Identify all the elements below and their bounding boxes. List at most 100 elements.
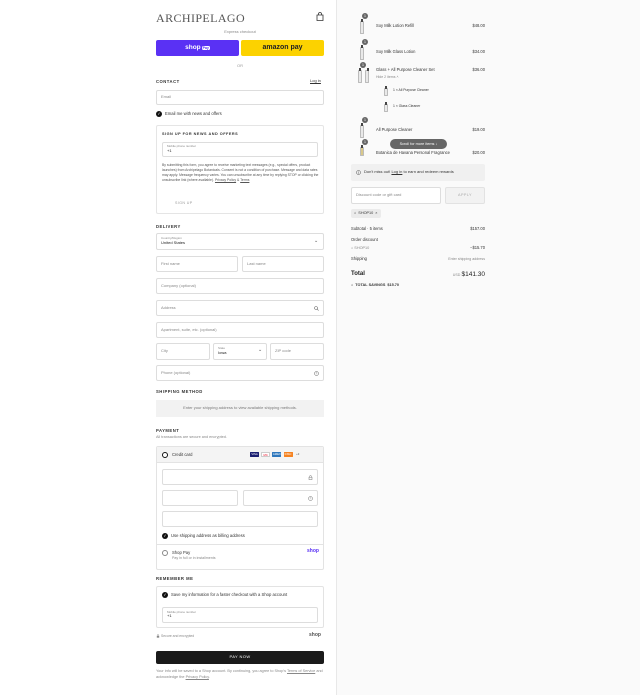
billing-same-checkbox-row[interactable]: ✓ Use shipping address as billing addres… [162,533,245,539]
store-logo[interactable]: ARCHIPELAGO [156,11,245,25]
rewards-login-link[interactable]: Log in [391,169,402,174]
remember-phone-field[interactable]: Mobile phone number +1 [162,607,318,623]
phone-field[interactable]: Phone (optional) ? [156,365,324,381]
expiry-field[interactable] [162,490,238,506]
shop-pay-radio[interactable] [162,550,168,556]
login-link[interactable]: Log in [310,78,321,84]
delivery-heading: DELIVERY [156,224,181,229]
city-placeholder: City [161,348,168,354]
email-news-label: Email me with news and offers [165,111,222,117]
shop-pay-button[interactable]: shop Pay [156,40,239,56]
terms-link[interactable]: Terms [240,178,249,182]
quantity-badge: 1 [360,62,366,68]
signup-box: SIGN UP FOR NEWS AND OFFERS Mobile phone… [156,125,324,214]
search-icon [314,305,319,311]
order-discount-label: Order discount [351,237,378,242]
shop-pay-label: Shop Pay [172,550,191,555]
applied-discount-tag: ⌂ SHOP10 × [351,209,381,218]
cart-item-image: 1 [357,139,368,156]
total-label: Total [351,271,365,277]
tag-icon: ⌂ [354,211,357,216]
discover-icon: DISC [283,452,293,458]
privacy-policy-link[interactable]: Privacy Policy [186,675,209,679]
cart-item-image: 1 [357,13,368,34]
apartment-field[interactable]: Apartment, suite, etc. (optional) [156,322,324,338]
tag-icon: ⌂ [351,246,354,250]
checkmark-icon[interactable]: ✓ [162,533,168,539]
shipping-methods-placeholder: Enter your shipping address to view avai… [156,400,324,417]
shop-pay-option[interactable]: Shop Pay Pay in full or in installments … [157,544,323,570]
applied-code-label: SHOP10 [358,211,374,216]
signup-button[interactable]: SIGN UP [175,201,193,205]
pay-now-button[interactable]: PAY NOW [156,651,324,664]
cart-item-price: $36.00 [472,67,485,72]
cart-item-price: $20.00 [472,150,485,155]
save-info-checkbox-row[interactable]: ✓ Save my information for a faster check… [162,592,287,598]
first-name-field[interactable]: First name [156,256,238,272]
shop-pay-badge: Pay [201,45,210,51]
amex-icon: AMEX [272,452,282,458]
chevron-up-icon: ˄ [396,75,399,79]
name-on-card-field[interactable] [162,511,318,527]
country-select[interactable]: Country/Region United States [156,233,324,250]
last-name-field[interactable]: Last name [242,256,324,272]
footer-note-text: Your info will be saved to a Shop accoun… [156,669,286,673]
cart-item-name: All Purpose Cleaner [376,127,413,132]
apartment-placeholder: Apartment, suite, etc. (optional) [161,326,217,332]
help-icon[interactable]: ? [314,370,319,376]
cart-item-price: $48.00 [472,23,485,28]
subtotal-label: Subtotal · 5 items [351,226,383,231]
signup-heading: SIGN UP FOR NEWS AND OFFERS [162,132,239,136]
address-field[interactable]: Address [156,300,324,316]
apply-discount-button[interactable]: APPLY [445,187,485,204]
discount-code-field[interactable]: Discount code or gift card [351,187,441,204]
rewards-text-after: to earn and redeem rewards [403,169,454,175]
hide-items-toggle[interactable]: Hide 2 items ˄ [376,75,398,79]
payment-options-panel: Credit card VISA MC AMEX DISC +3 ? ✓ Use… [156,446,324,570]
credit-card-radio[interactable] [162,452,168,458]
quantity-badge: 1 [362,139,368,145]
checkmark-icon[interactable]: ✓ [156,111,162,117]
cart-item-name: Soy Milk Lotion Refill [376,23,414,28]
cart-item-name: Soy Milk Glass Lotion [376,49,416,54]
remember-phone-value: +1 [167,613,172,619]
footer-note: Your info will be saved to a Shop accoun… [156,669,323,679]
shopping-bag-icon[interactable] [316,12,324,21]
cart-item-price: $19.00 [472,127,485,132]
terms-of-service-link[interactable]: Terms of Service [287,669,315,673]
checkmark-icon[interactable]: ✓ [162,592,168,598]
cart-item-name: Botanica de Havana Personal Fragrance [376,150,450,155]
svg-text:?: ? [316,371,318,375]
amazon-pay-button[interactable]: amazon pay [241,40,324,56]
subtotal-value: $157.00 [470,226,485,231]
first-name-placeholder: First name [161,260,180,266]
billing-same-label: Use shipping address as billing address [171,533,245,539]
visa-icon: VISA [250,452,259,458]
city-field[interactable]: City [156,343,210,360]
cart-item-image: 1 [355,62,370,83]
security-code-field[interactable]: ? [243,490,318,506]
signup-phone-field[interactable]: Mobile phone number +1 [162,142,318,157]
card-number-field[interactable] [162,469,318,485]
close-icon[interactable]: × [375,211,377,216]
zip-field[interactable]: ZIP code [270,343,324,360]
email-field[interactable]: Email [156,90,324,105]
rewards-text-before: Don't miss out! [364,169,391,175]
scroll-more-tooltip[interactable]: Scroll for more items ↓ [390,139,447,149]
chevron-down-icon: ⌄ [258,347,263,353]
privacy-policy-link[interactable]: Privacy Policy [215,178,236,182]
help-icon[interactable]: ? [308,495,313,501]
secure-label: Secure and encrypted [161,634,195,638]
company-field[interactable]: Company (optional) [156,278,324,294]
email-news-checkbox-row[interactable]: ✓ Email me with news and offers [156,111,222,117]
credit-card-option[interactable]: Credit card VISA MC AMEX DISC +3 [157,447,323,463]
lock-icon [308,474,313,480]
more-brands: +3 [296,452,300,457]
secure-note: Secure and encrypted [156,634,194,638]
mastercard-icon: MC [261,452,271,458]
scroll-tooltip-label: Scroll for more items [399,141,435,146]
chevron-down-icon: ⌄ [314,238,319,244]
rewards-banner: Don't miss out! Log in to earn and redee… [351,164,485,181]
zip-placeholder: ZIP code [275,348,291,354]
sub-item-name: 1 × Glass Cleaner [393,104,421,108]
